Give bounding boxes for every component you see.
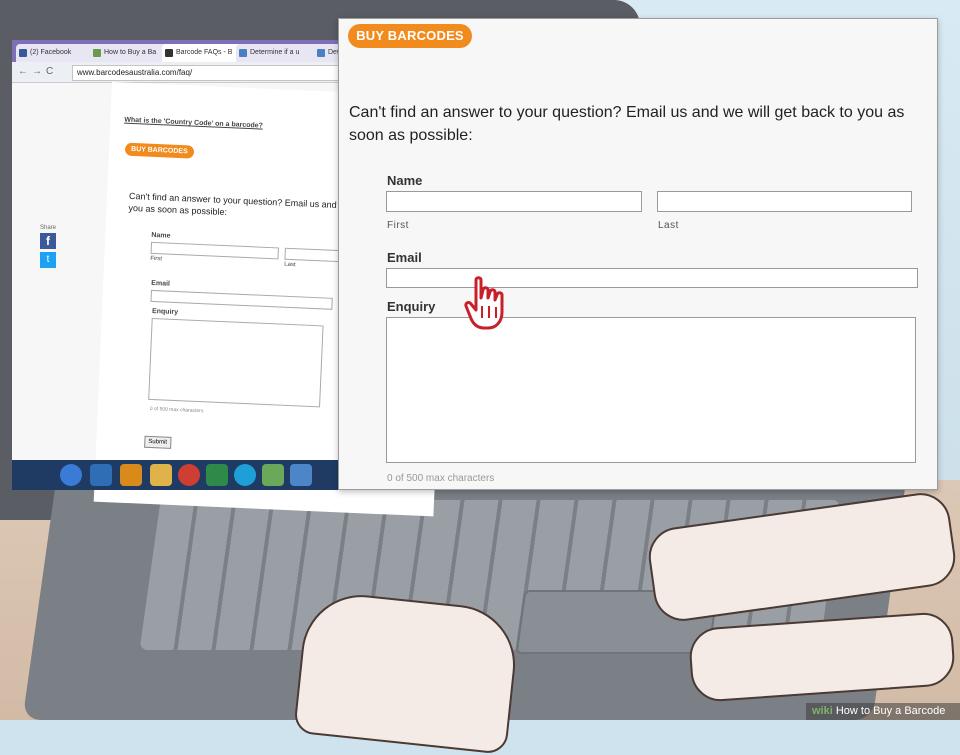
submit-button[interactable]: Submit <box>144 435 172 449</box>
media-player-icon[interactable] <box>120 464 142 486</box>
tab-determine-1[interactable]: Determine if a u✕ <box>236 44 324 62</box>
share-widget: Share f t <box>40 225 60 268</box>
mini-email-label: Email <box>151 279 171 288</box>
first-label: First <box>387 220 409 231</box>
page-icon <box>239 49 247 57</box>
forward-arrow-icon[interactable]: → <box>32 66 42 77</box>
app-icon[interactable] <box>262 464 284 486</box>
last-name-input[interactable] <box>657 191 912 212</box>
name-label: Name <box>387 173 423 188</box>
start-button[interactable] <box>60 464 82 486</box>
hand-pointer-cursor-icon <box>464 276 504 330</box>
folder-icon[interactable] <box>150 464 172 486</box>
watermark: wiki How to Buy a Barcode <box>806 703 960 720</box>
mini-name-label: Name <box>151 231 171 240</box>
skype-icon[interactable] <box>234 464 256 486</box>
facebook-share-icon[interactable]: f <box>40 233 56 249</box>
mini-counter: 0 of 500 max characters <box>149 405 204 415</box>
mini-first-name-input[interactable] <box>150 241 279 260</box>
ie-icon[interactable] <box>90 464 112 486</box>
mini-enquiry-textarea[interactable] <box>148 317 324 408</box>
page-icon <box>93 49 101 57</box>
contact-prompt: Can't find an answer to your question? E… <box>349 104 905 144</box>
last-label: Last <box>658 220 679 231</box>
excel-icon[interactable] <box>206 464 228 486</box>
tab-barcode-faqs[interactable]: Barcode FAQs - B✕ <box>162 44 246 62</box>
tab-facebook[interactable]: (2) Facebook✕ <box>16 44 100 62</box>
twitter-share-icon[interactable]: t <box>40 252 56 268</box>
left-hand <box>293 589 521 755</box>
page-icon <box>165 49 173 57</box>
mini-first-label: First <box>150 255 163 263</box>
enquiry-textarea[interactable] <box>386 317 916 463</box>
mini-last-label: Last <box>284 261 296 269</box>
facebook-icon <box>19 49 27 57</box>
mini-prompt-line2: you as soon as possible: <box>128 202 228 218</box>
tab-how-to-buy[interactable]: How to Buy a Ba✕ <box>90 44 172 62</box>
back-arrow-icon[interactable]: ← <box>18 66 28 77</box>
enquiry-label: Enquiry <box>387 299 436 314</box>
chrome-icon[interactable] <box>178 464 200 486</box>
window-icon[interactable] <box>290 464 312 486</box>
faq-link[interactable]: What is the 'Country Code' on a barcode? <box>124 117 263 130</box>
buy-barcodes-button-small[interactable]: BUY BARCODES <box>124 142 194 159</box>
taskbar <box>12 460 352 490</box>
buy-barcodes-button[interactable]: BUY BARCODES <box>348 24 472 48</box>
first-name-input[interactable] <box>386 191 642 212</box>
mini-enquiry-label: Enquiry <box>151 307 179 317</box>
mini-email-input[interactable] <box>150 289 333 310</box>
share-label: Share <box>40 225 57 231</box>
page-icon <box>317 49 325 57</box>
email-label: Email <box>387 250 422 265</box>
reload-icon[interactable]: C <box>46 66 53 77</box>
character-counter: 0 of 500 max characters <box>387 473 495 484</box>
